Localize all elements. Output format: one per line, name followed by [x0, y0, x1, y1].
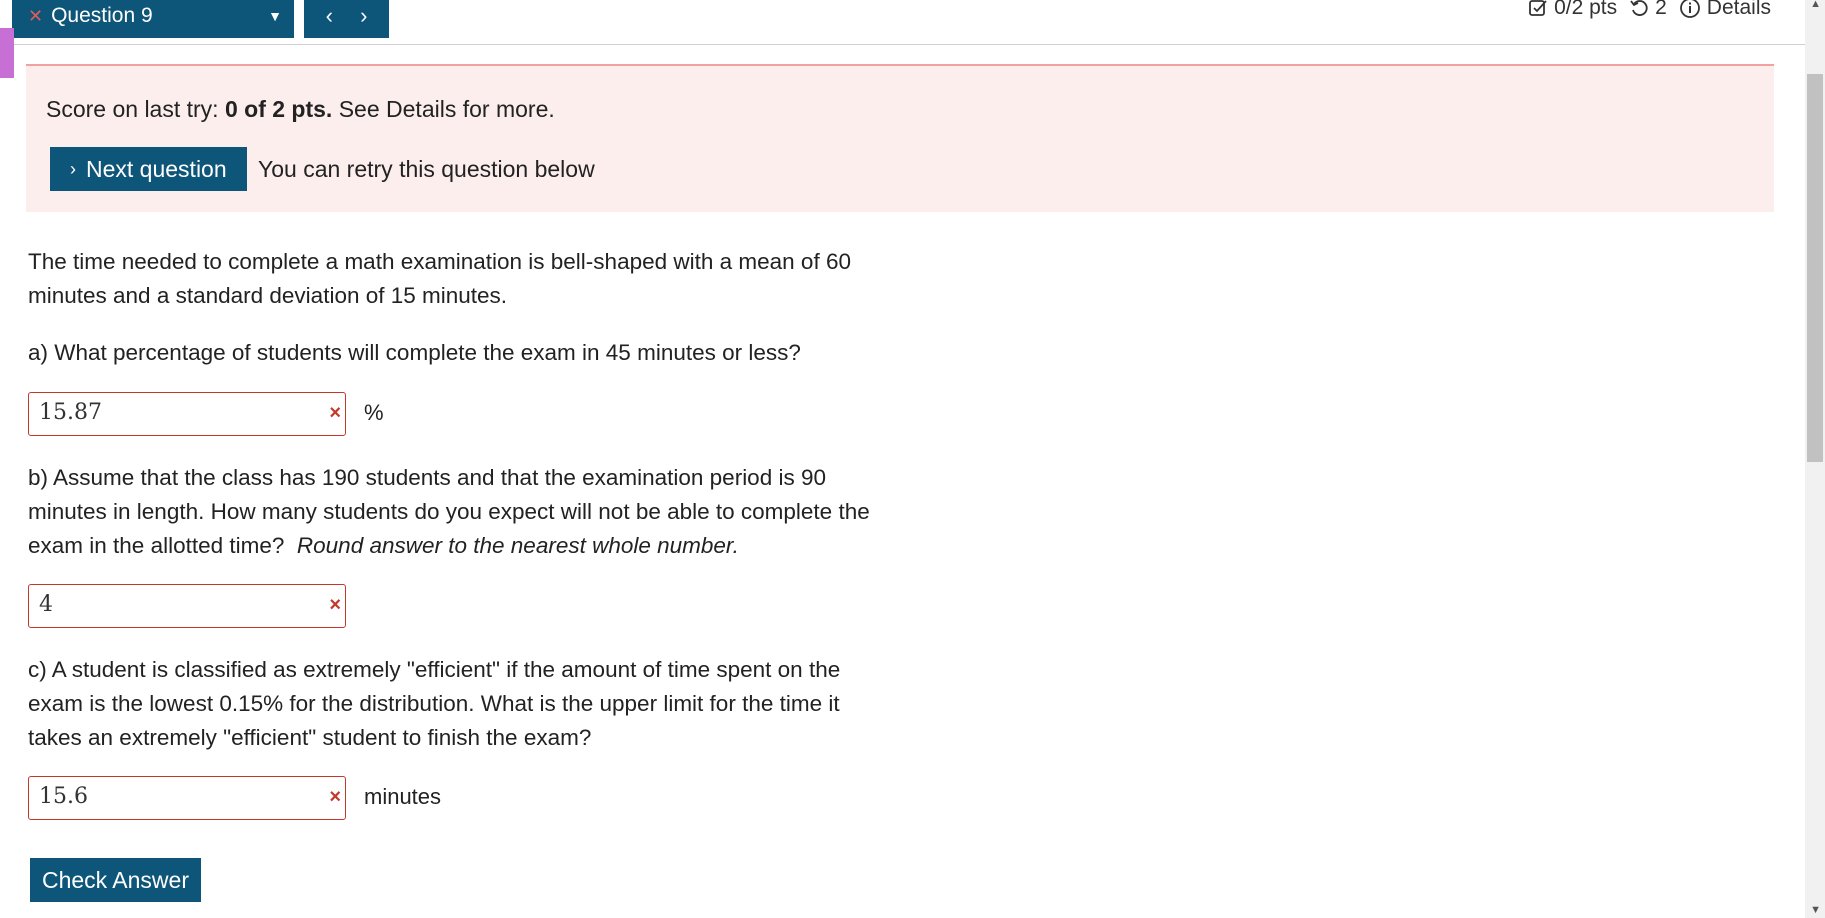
attempts-count: 2: [1655, 0, 1667, 19]
answer-c-input[interactable]: 15.6 ×: [28, 776, 346, 820]
intro-line: minutes and a standard deviation of 15 m…: [28, 283, 508, 308]
question-status: 0/2 pts 2 Details: [1528, 0, 1771, 20]
intro-line: The time needed to complete a math exami…: [28, 249, 851, 274]
info-icon[interactable]: [1679, 0, 1701, 19]
wrong-icon: ×: [329, 786, 341, 808]
unit-percent: %: [364, 400, 384, 425]
question-selector[interactable]: ✕ Question 9 ▼: [12, 0, 294, 38]
details-link[interactable]: Details: [1707, 0, 1771, 20]
scroll-up-arrow-icon[interactable]: ▲: [1810, 0, 1821, 10]
wrong-icon: ×: [329, 402, 341, 424]
score-summary: Score on last try: 0 of 2 pts. See Detai…: [46, 96, 555, 123]
score-value: 0 of 2 pts.: [224, 96, 333, 122]
part-a-text: a) What percentage of students will comp…: [28, 340, 801, 365]
answer-a-input[interactable]: 15.87 ×: [28, 392, 346, 436]
next-question-arrow-button[interactable]: ›: [360, 3, 367, 29]
left-edge-marker: [0, 28, 14, 78]
next-question-label: Next question: [86, 155, 227, 182]
dropdown-caret-icon: ▼: [268, 8, 282, 24]
checkbox-icon: [1529, 0, 1547, 16]
check-answer-button[interactable]: Check Answer: [30, 858, 201, 902]
question-nav: ‹ ›: [304, 0, 389, 38]
next-question-button[interactable]: › Next question: [50, 147, 247, 191]
score-alert: Score on last try: 0 of 2 pts. See Detai…: [26, 64, 1774, 212]
retry-text: You can retry this question below: [258, 156, 595, 182]
part-b-line: exam in the allotted time?: [28, 533, 285, 558]
score-prefix: Score on last try:: [46, 96, 225, 122]
answer-a-value: 15.87: [39, 400, 102, 425]
question-intro: The time needed to complete a math exami…: [28, 245, 908, 313]
unit-minutes: minutes: [364, 784, 442, 809]
score-suffix: See Details for more.: [332, 96, 555, 122]
incorrect-icon: ✕: [28, 5, 44, 26]
chevron-right-icon: ›: [70, 158, 76, 179]
part-c-line: exam is the lowest 0.15% for the distrib…: [28, 691, 840, 716]
question-toolbar: ✕ Question 9 ▼ ‹ › 0/2 pts 2 Details: [0, 0, 1805, 45]
answer-b-value: 4: [39, 592, 53, 617]
rounding-hint: Round answer to the nearest whole number…: [296, 533, 739, 558]
part-c-line: takes an extremely "efficient" student t…: [28, 725, 592, 750]
retry-icon: [1630, 0, 1648, 16]
part-b-line: b) Assume that the class has 190 student…: [28, 465, 826, 490]
part-c-text: c) A student is classified as extremely …: [28, 653, 908, 755]
part-b-text: b) Assume that the class has 190 student…: [28, 461, 908, 563]
part-b-line: minutes in length. How many students do …: [28, 499, 870, 524]
wrong-icon: ×: [329, 594, 341, 616]
scroll-down-arrow-icon[interactable]: ▼: [1810, 904, 1821, 916]
answer-c-value: 15.6: [39, 784, 88, 809]
prev-question-button[interactable]: ‹: [326, 3, 333, 29]
scrollbar[interactable]: ▲ ▼: [1805, 0, 1825, 918]
answer-b-input[interactable]: 4 ×: [28, 584, 346, 628]
points-text: 0/2 pts: [1554, 0, 1618, 19]
part-c-line: c) A student is classified as extremely …: [28, 657, 841, 682]
scrollbar-thumb[interactable]: [1807, 74, 1823, 462]
question-label: Question 9: [51, 4, 153, 27]
